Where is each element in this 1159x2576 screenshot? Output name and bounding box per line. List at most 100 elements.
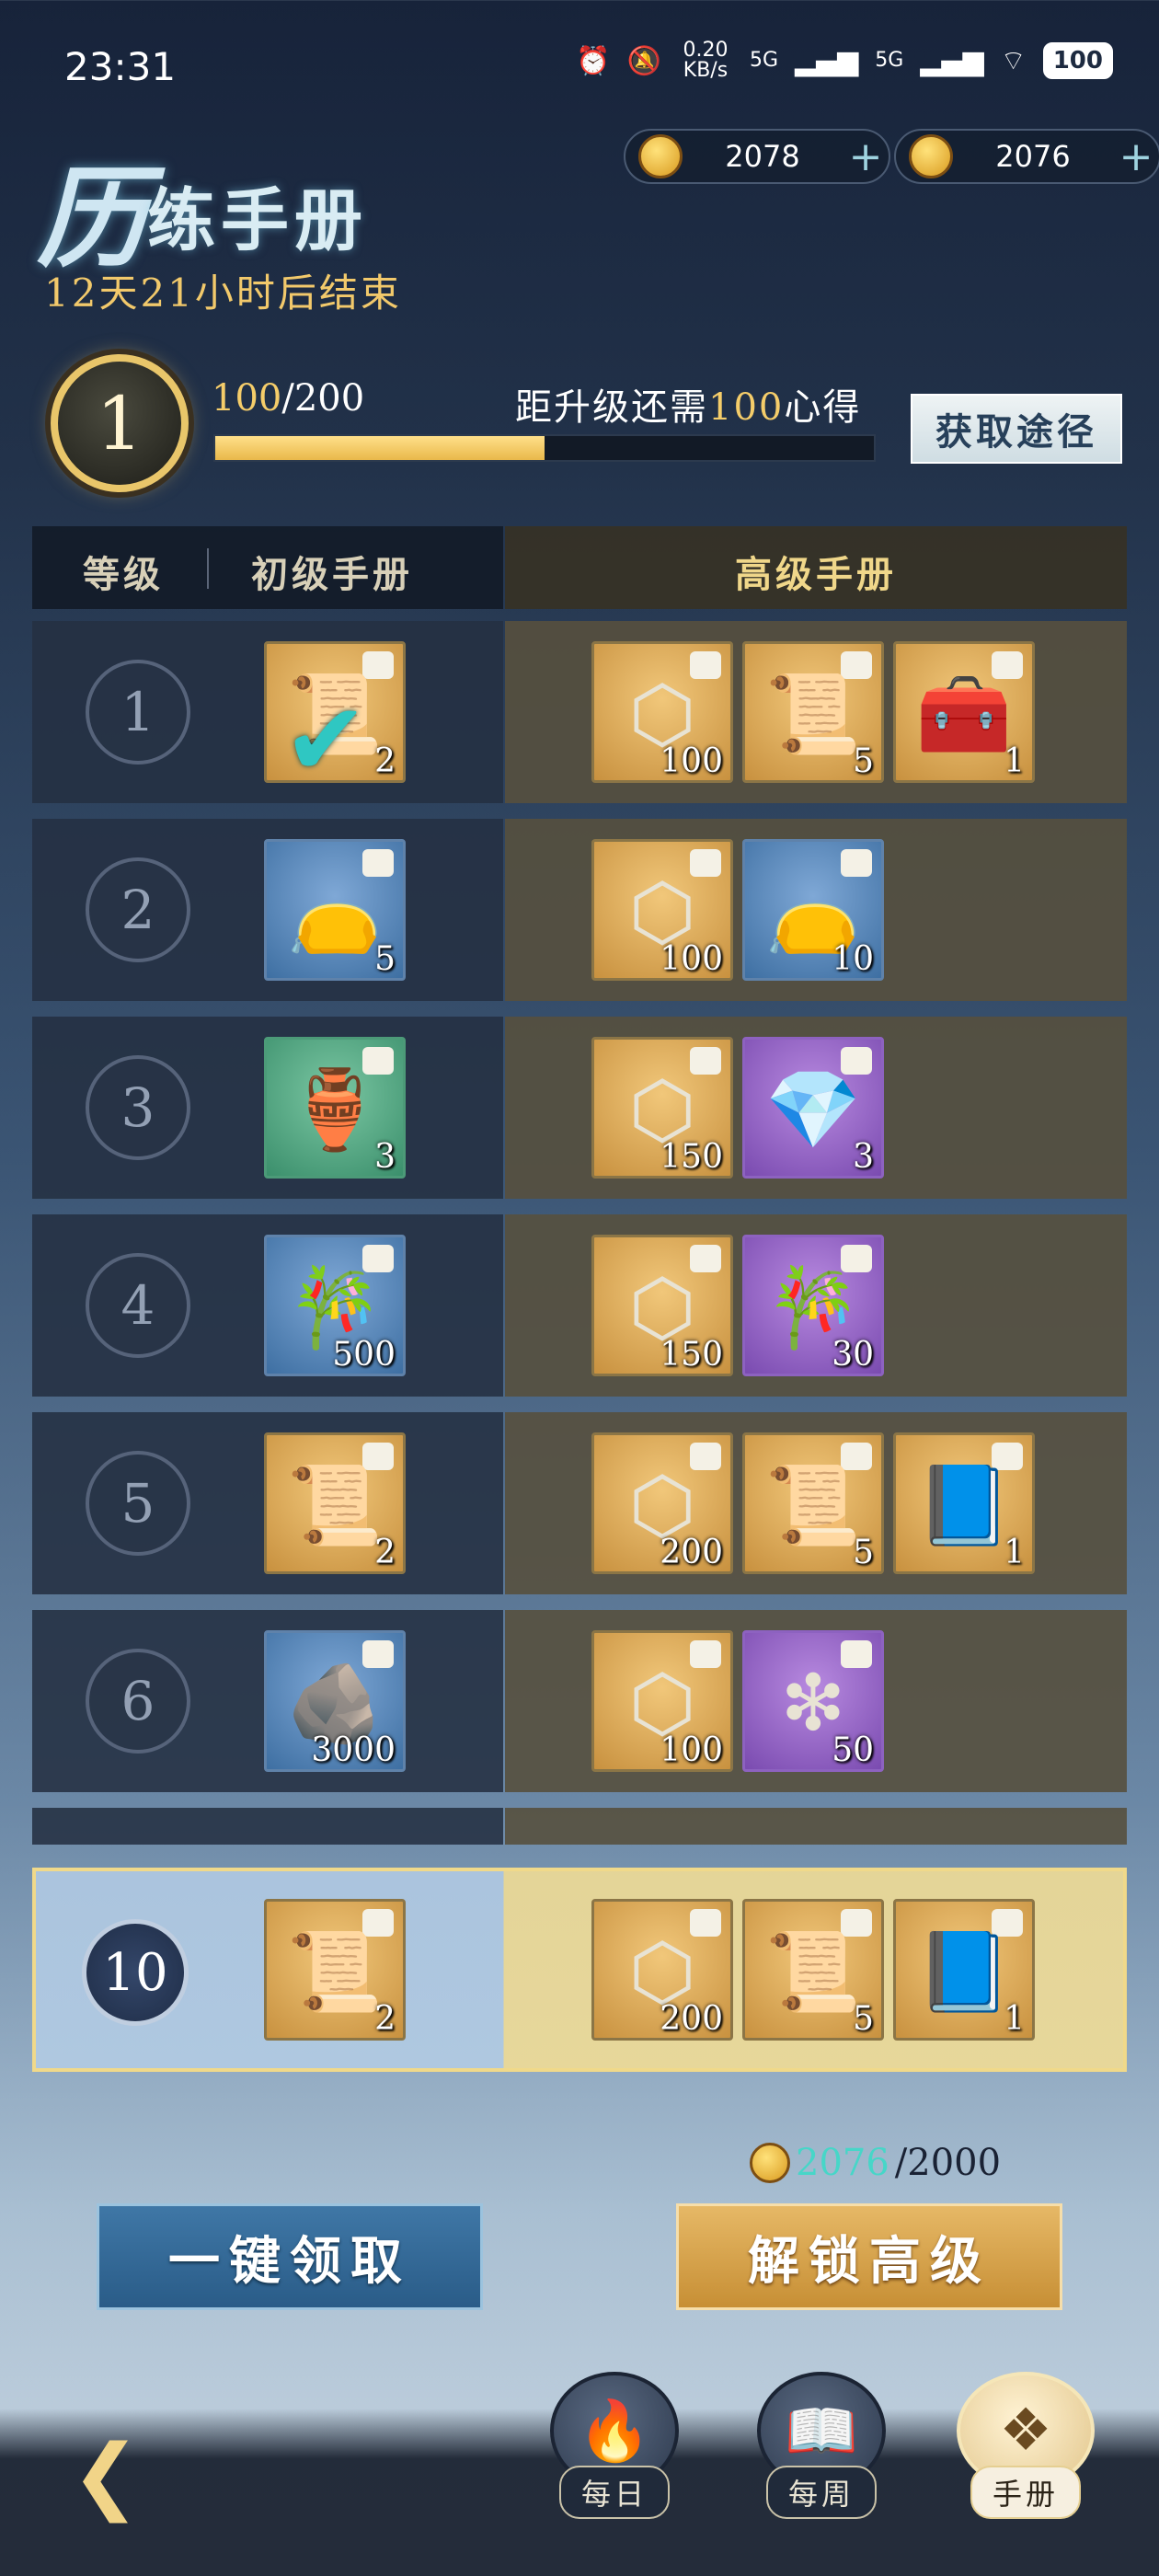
progress-bar-fill [215, 436, 545, 460]
treasure-chest-icon: 🧰 [915, 668, 1013, 759]
tab-weekly-label: 每周 [765, 2466, 877, 2519]
status-bar: 23:31 ⏰ 🔕 0.20 KB/s 5G ▂▄▆ 5G ▂▄▆ ⌔ 100 [0, 0, 1159, 101]
reward-quantity: 1 [1004, 2000, 1025, 2038]
reward-quantity: 3 [374, 1138, 396, 1176]
alarm-icon: ⏰ [576, 44, 611, 77]
reward-row-level-2: 2 👝 5 ⬡ 100 👝 10 [32, 819, 1127, 1001]
row-partial-right [505, 1808, 1127, 1845]
basic-reward-cell: 2 👝 5 [32, 819, 503, 1001]
back-arrow-icon[interactable]: ❮ [51, 2427, 161, 2524]
tab-weekly[interactable]: 📖 每周 [752, 2372, 890, 2519]
row-level-number: 4 [86, 1253, 190, 1358]
basic-reward-cell: 3 🏺 3 [32, 1017, 503, 1199]
need-suffix: 心得 [784, 386, 862, 429]
reward-item[interactable]: 👝 10 [742, 839, 884, 981]
add-ingot-button[interactable]: + [843, 133, 889, 180]
basic-reward-cell: 1 📜 ✔ 2 [32, 621, 503, 803]
scroll-icon: 📜 [764, 1926, 862, 2017]
reward-item[interactable]: 📘 1 [893, 1432, 1035, 1574]
reward-item[interactable]: ⬡ 150 [591, 1037, 733, 1179]
reward-item[interactable]: ⬡ 200 [591, 1432, 733, 1574]
reward-item[interactable]: ⬡ 200 [591, 1899, 733, 2041]
reward-quantity: 5 [374, 940, 396, 978]
reward-item[interactable]: 📜 5 [742, 1432, 884, 1574]
reward-quantity: 2 [374, 1534, 396, 1571]
reward-item[interactable]: 🏺 3 [264, 1037, 406, 1179]
reward-item[interactable]: 📜 5 [742, 641, 884, 783]
reward-item[interactable]: ⬡ 100 [591, 1630, 733, 1772]
row-level-number: 5 [86, 1451, 190, 1556]
header-basic-manual: 初级手册 [251, 553, 413, 596]
advanced-reward-cell: ⬡ 150 💎 3 [505, 1017, 1127, 1199]
reward-row-level-3: 3 🏺 3 ⬡ 150 💎 3 [32, 1017, 1127, 1199]
row-level-number: 2 [86, 857, 190, 962]
unlock-advanced-button[interactable]: 解锁高级 [676, 2203, 1062, 2310]
header-level: 等级 [83, 553, 164, 596]
reward-item[interactable]: 🎋 30 [742, 1235, 884, 1376]
progress-text: 100/200 [212, 377, 364, 420]
unlock-cost: 2076/2000 [750, 2142, 1001, 2184]
add-coin-button[interactable]: + [1113, 133, 1159, 180]
tab-manual[interactable]: ❖ 手册 [957, 2372, 1095, 2519]
progress-bar [213, 434, 876, 462]
reward-quantity: 5 [853, 2000, 874, 2038]
mute-bell-icon: 🔕 [626, 44, 661, 77]
reward-quantity: 10 [832, 940, 874, 978]
reward-item[interactable]: 🎋 500 [264, 1235, 406, 1376]
currency-coin-value: 2076 [995, 139, 1071, 174]
reward-quantity: 1 [1004, 742, 1025, 780]
reward-item[interactable]: 📜 2 [264, 1432, 406, 1574]
reward-item[interactable]: ❇ 50 [742, 1630, 884, 1772]
reward-item[interactable]: 👝 5 [264, 839, 406, 981]
scroll-icon: 📜 [286, 1926, 384, 2017]
header-advanced-manual: 高级手册 [735, 553, 897, 596]
reward-row-level-5: 5 📜 2 ⬡ 200 📜 5 📘 1 [32, 1412, 1127, 1594]
obtain-method-button[interactable]: 获取途径 [911, 394, 1122, 464]
basic-reward-cell: 6 🪨 3000 [32, 1610, 503, 1792]
advanced-reward-cell: ⬡ 200 📜 5 📘 1 [505, 1412, 1127, 1594]
event-countdown: 12天21小时后结束 [44, 270, 402, 316]
signal-5g-1: 5G [749, 49, 779, 72]
reward-item[interactable]: 🧰 1 [893, 641, 1035, 783]
reward-quantity: 500 [332, 1336, 396, 1374]
green-pouch-icon: 👝 [286, 866, 384, 957]
spell-book-icon: 📘 [915, 1926, 1013, 2017]
reward-row-level-4: 4 🎋 500 ⬡ 150 🎋 30 [32, 1214, 1127, 1397]
gold-coin-pouch-icon [750, 2143, 790, 2183]
scroll-icon: 📜 [764, 1459, 862, 1550]
reward-quantity: 100 [660, 742, 723, 780]
signal-bars-icon: ▂▄▆ [795, 44, 859, 77]
tab-daily[interactable]: 🔥 每日 [545, 2372, 683, 2519]
scroll-icon: 📜 [764, 668, 862, 759]
tab-manual-label: 手册 [970, 2466, 1081, 2519]
row-level-number: 6 [86, 1649, 190, 1754]
reward-item[interactable]: 🪨 3000 [264, 1630, 406, 1772]
pinned-level-circle: 10 [82, 1919, 189, 2026]
row-level-number: 1 [86, 660, 190, 765]
level-badge: 1 [51, 354, 189, 492]
pinned-milestone-row: 10 📜 2 ⬡ 200 📜 5 📘 1 [32, 1868, 1127, 2072]
need-prefix: 距升级还需 [515, 386, 708, 429]
reward-quantity: 5 [853, 742, 874, 780]
advanced-reward-cell: ⬡ 150 🎋 30 [505, 1214, 1127, 1397]
reward-item[interactable]: ⬡ 100 [591, 641, 733, 783]
claim-all-button[interactable]: 一键领取 [97, 2203, 483, 2310]
water-pitcher-icon: 🏺 [286, 1064, 384, 1155]
reward-item[interactable]: 📘 1 [893, 1899, 1035, 2041]
spell-book-icon: 📘 [915, 1459, 1013, 1550]
status-icons: ⏰ 🔕 0.20 KB/s 5G ▂▄▆ 5G ▂▄▆ ⌔ 100 [576, 40, 1113, 81]
reward-item[interactable]: ⬡ 150 [591, 1235, 733, 1376]
reward-item[interactable]: 📜 2 [264, 1899, 406, 2041]
reward-item[interactable]: 📜 5 [742, 1899, 884, 2041]
reward-item[interactable]: 💎 3 [742, 1037, 884, 1179]
cost-need: /2000 [894, 2142, 1002, 2184]
reward-item[interactable]: ⬡ 100 [591, 839, 733, 981]
page-title-rest: 练手册 [147, 181, 368, 260]
purple-crystal-icon: 💎 [764, 1064, 862, 1155]
currency-coin: 2076 + [894, 129, 1159, 184]
reward-table-header: 等级 初级手册 高级手册 [32, 526, 1127, 609]
battery-indicator: 100 [1042, 42, 1113, 79]
reward-item[interactable]: 📜 ✔ 2 [264, 641, 406, 783]
advanced-reward-cell: ⬡ 100 👝 10 [505, 819, 1127, 1001]
reward-quantity: 150 [660, 1138, 723, 1176]
